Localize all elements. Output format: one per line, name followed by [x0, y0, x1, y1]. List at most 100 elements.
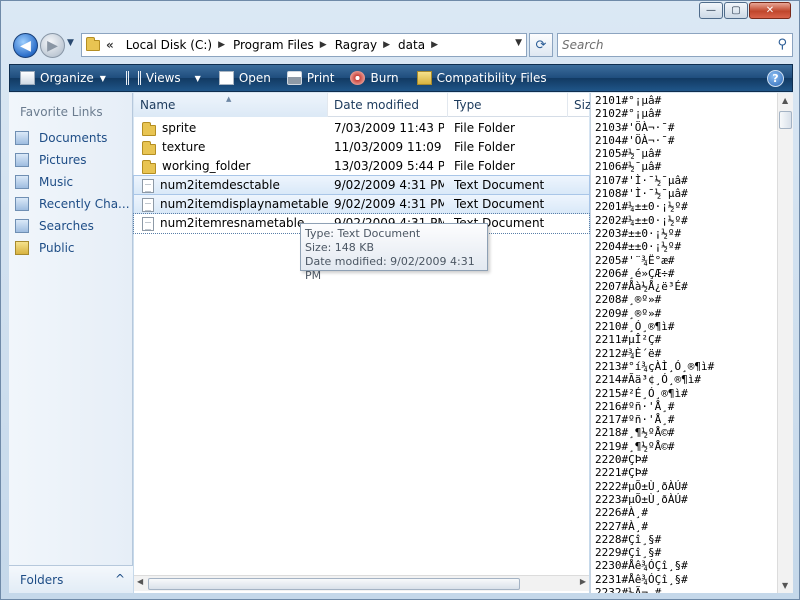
pictures-icon	[15, 153, 29, 167]
sidebar-item-pictures[interactable]: Pictures	[15, 149, 130, 171]
back-button[interactable]: ◀	[13, 33, 38, 58]
search-placeholder: Search	[562, 38, 604, 52]
file-date: 13/03/2009 5:44 PM	[334, 159, 444, 173]
folders-toggle[interactable]: Folders ^	[9, 565, 133, 593]
preview-line: 2232#¼Ã¬¸#	[595, 585, 662, 593]
preview-line: 2223#µÕ±Ù¸ðÀÚ#	[595, 492, 688, 506]
open-button[interactable]: Open	[218, 71, 271, 85]
preview-line: 2230#Åê¾ÓÇî¸§#	[595, 559, 688, 573]
breadcrumb-local-disk[interactable]: Local Disk (C:) ▶	[126, 38, 225, 52]
preview-line: 2222#µÕ±Ù¸ðÀÚ#	[595, 479, 688, 493]
preview-line: 2213#°í¾çÀÌ¸Ó¸®¶ì#	[595, 359, 715, 373]
table-row[interactable]: sprite 7/03/2009 11:43 PM File Folder	[134, 119, 589, 138]
close-button[interactable]: ✕	[749, 2, 791, 19]
breadcrumb-arrow-icon[interactable]: ▶	[218, 40, 225, 50]
table-row[interactable]: num2itemdisplaynametable 9/02/2009 4:31 …	[133, 194, 590, 215]
help-icon[interactable]: ?	[767, 70, 784, 87]
compatibility-files-button[interactable]: Compatibility Files	[416, 71, 547, 85]
preview-line: 2228#Çî¸§#	[595, 532, 662, 546]
column-header-row: ▲ Name Date modified Type Siz	[134, 93, 591, 117]
scroll-up-icon[interactable]: ▲	[782, 96, 788, 105]
preview-line: 2214#Ãä³¢¸Ó¸®¶ì#	[595, 373, 701, 387]
address-dropdown-icon[interactable]: ▼	[515, 38, 522, 48]
file-list: ▲ Name Date modified Type Siz sprite 7/03…	[133, 93, 591, 593]
file-type: Text Document	[454, 197, 545, 211]
folder-icon	[416, 71, 432, 85]
preview-pane[interactable]: 2101#°¡µâ# 2102#°¡µâ# 2103#'ÖÀ¬·¯# 2104#'ÖÀ…	[590, 93, 777, 593]
preview-line: 2202#¼±±0·¡½º#	[595, 213, 688, 227]
tooltip-modified: Date modified: 9/02/2009 4:31 PM	[305, 255, 475, 282]
scroll-right-icon[interactable]: ▶	[580, 577, 586, 586]
breadcrumb-arrow-icon[interactable]: ▶	[320, 40, 327, 50]
sidebar-item-documents[interactable]: Documents	[15, 127, 130, 149]
preview-line: 2205#'¨¾Ë°æ#	[595, 253, 675, 267]
maximize-button[interactable]: ▢	[724, 2, 748, 19]
horizontal-scrollbar[interactable]: ◀ ▶	[134, 575, 589, 591]
preview-line: 2105#½¯µâ#	[595, 147, 662, 161]
forward-button[interactable]: ▶	[40, 33, 65, 58]
file-date: 11/03/2009 11:09 ...	[334, 140, 444, 154]
column-header-date[interactable]: Date modified	[328, 93, 448, 117]
search-icon[interactable]: ⚲	[777, 37, 787, 52]
sort-ascending-icon: ▲	[226, 95, 232, 103]
vertical-scroll-thumb[interactable]	[779, 111, 792, 129]
preview-line: 2204#±±0·¡½º#	[595, 240, 682, 254]
sidebar-item-searches[interactable]: Searches	[15, 215, 130, 237]
scroll-down-icon[interactable]: ▼	[782, 581, 788, 590]
preview-line: 2107#'Ì·¯½¯µâ#	[595, 173, 688, 187]
preview-line: 2106#½¯µâ#	[595, 160, 662, 174]
minimize-button[interactable]: —	[699, 2, 723, 19]
preview-line: 2215#²É¸Ó¸®¶ì#	[595, 386, 688, 400]
burn-button[interactable]: Burn	[350, 71, 399, 85]
preview-line: 2218#¸¶½ºÅ©#	[595, 426, 675, 440]
documents-icon	[15, 131, 29, 145]
folder-icon	[142, 140, 156, 155]
caption-buttons: — ▢ ✕	[698, 2, 791, 19]
recent-pages-chevron-icon[interactable]: ▼	[67, 38, 74, 48]
searches-icon	[15, 219, 29, 233]
scroll-left-icon[interactable]: ◀	[137, 577, 143, 586]
search-input[interactable]: Search ⚲	[557, 33, 793, 57]
column-header-name[interactable]: ▲ Name	[134, 93, 328, 117]
table-row[interactable]: num2itemdesctable 9/02/2009 4:31 PM Text…	[133, 175, 590, 196]
sidebar-item-recently-changed[interactable]: Recently Cha...	[15, 193, 130, 215]
print-button[interactable]: Print	[286, 71, 334, 85]
column-header-type[interactable]: Type	[448, 93, 568, 117]
organize-button[interactable]: Organize ▼	[20, 71, 106, 85]
sidebar-item-public[interactable]: Public	[15, 237, 130, 259]
breadcrumb-arrow-icon[interactable]: ▶	[383, 40, 390, 50]
file-name: num2itemdisplaynametable	[160, 197, 328, 211]
preview-line: 2231#Åê¾ÓÇî¸§#	[595, 572, 688, 586]
preview-line: 2203#±±0·¡½º#	[595, 226, 682, 240]
file-name: num2itemresnametable	[160, 216, 305, 230]
views-button[interactable]: Views ▼	[125, 71, 201, 85]
favorite-links-list: Documents Pictures Music Recently Cha...…	[15, 127, 130, 259]
dropdown-arrow-icon: ▼	[194, 73, 201, 83]
preview-line: 2209#¸®º»#	[595, 306, 662, 320]
horizontal-scroll-thumb[interactable]	[148, 578, 520, 590]
text-document-icon	[142, 178, 154, 193]
preview-line: 2217#ºñ·'Å¸#	[595, 413, 675, 427]
preview-text: 2101#°¡µâ# 2102#°¡µâ# 2103#'ÖÀ¬·¯# 2104#'ÖÀ…	[595, 94, 714, 593]
preview-line: 2102#°¡µâ#	[595, 107, 662, 121]
table-row[interactable]: texture 11/03/2009 11:09 ... File Folder	[134, 138, 589, 157]
breadcrumb-data[interactable]: data ▶	[398, 38, 438, 52]
vertical-scrollbar[interactable]: ▲ ▼	[777, 93, 793, 593]
file-rows: sprite 7/03/2009 11:43 PM File Folder te…	[133, 119, 590, 234]
file-name: num2itemdesctable	[160, 178, 280, 192]
breadcrumb-program-files[interactable]: Program Files ▶	[233, 38, 327, 52]
preview-line: 2227#À¸#	[595, 519, 648, 533]
favorite-links-title: Favorite Links	[20, 105, 103, 119]
sidebar-item-music[interactable]: Music	[15, 171, 130, 193]
table-row[interactable]: working_folder 13/03/2009 5:44 PM File F…	[134, 157, 589, 176]
address-overflow[interactable]: «	[106, 38, 114, 52]
tooltip-type: Type: Text Document	[305, 227, 421, 240]
breadcrumb-arrow-icon[interactable]: ▶	[431, 40, 438, 50]
file-type: Text Document	[454, 178, 545, 192]
refresh-button[interactable]: ⟳	[529, 33, 553, 57]
preview-line: 2104#'ÖÀ¬·¯#	[595, 133, 675, 147]
folder-icon	[86, 36, 100, 51]
breadcrumb-ragray[interactable]: Ragray ▶	[335, 38, 390, 52]
address-bar[interactable]: « Local Disk (C:) ▶ Program Files ▶ Ragray…	[81, 33, 527, 57]
file-name: sprite	[162, 121, 197, 135]
